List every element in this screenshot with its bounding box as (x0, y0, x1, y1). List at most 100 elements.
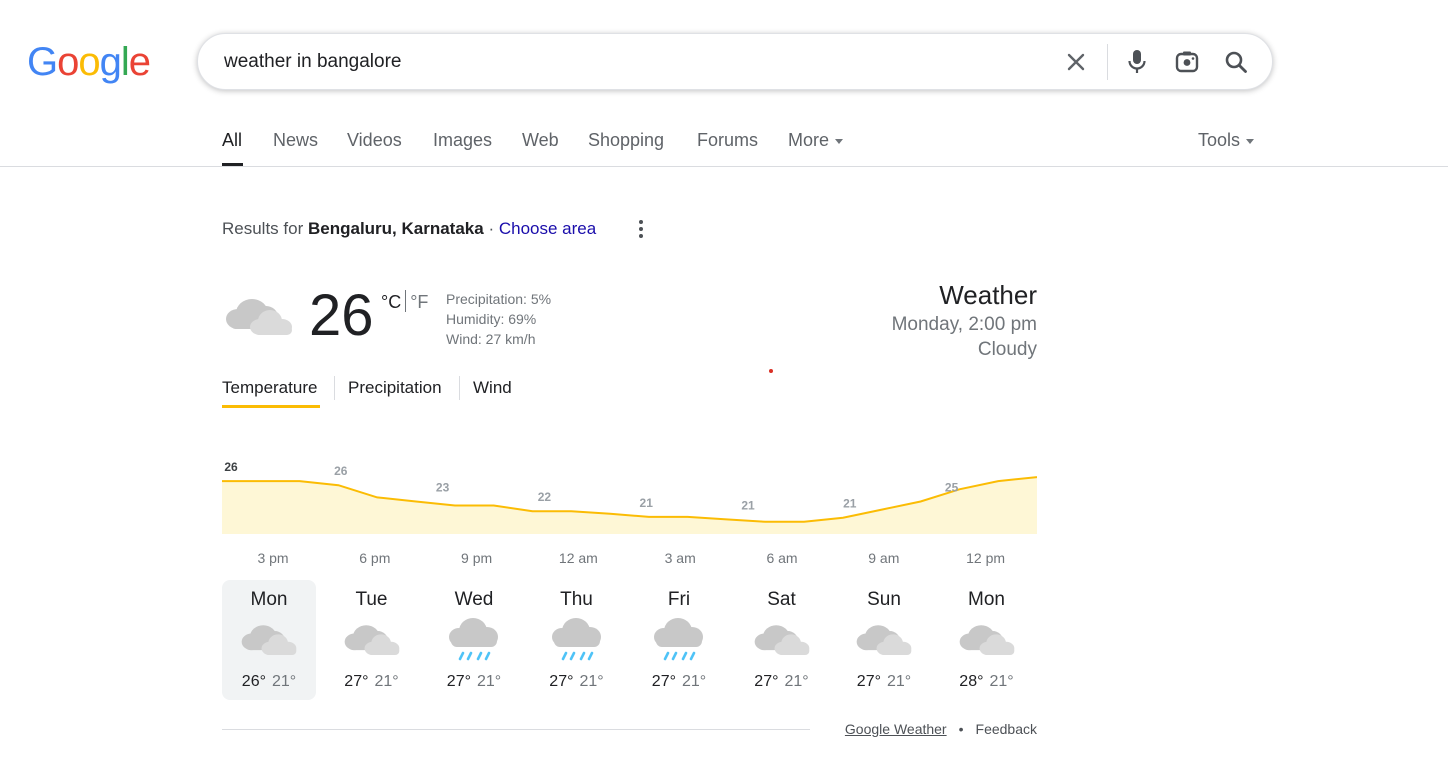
day-temps: 27° 21° (530, 673, 624, 691)
subtab-divider (459, 376, 460, 400)
day-temps: 27° 21° (837, 673, 931, 691)
mic-icon[interactable] (1123, 48, 1151, 76)
day-high: 27° (651, 673, 676, 690)
rain-icon (427, 615, 521, 667)
cursor-dot (769, 369, 773, 373)
rain-icon (632, 615, 726, 667)
subtab-temperature[interactable]: Temperature (222, 378, 317, 398)
day-name: Thu (560, 589, 593, 610)
hour-label: 6 am (766, 550, 798, 566)
choose-area-link[interactable]: Choose area (499, 219, 596, 238)
lens-icon[interactable] (1173, 48, 1201, 76)
subtab-divider (334, 376, 335, 400)
tab-news[interactable]: News (273, 130, 318, 151)
results-for-prefix: Results for (222, 219, 304, 238)
active-tab-indicator (222, 163, 243, 166)
tab-forums[interactable]: Forums (697, 130, 758, 151)
hour-label: 12 pm (966, 550, 1006, 566)
day-low: 21° (579, 673, 604, 690)
hour-label: 6 pm (359, 550, 391, 566)
day-low: 21° (374, 673, 399, 690)
hour-label: 9 am (868, 550, 900, 566)
subtab-precipitation[interactable]: Precipitation (348, 378, 442, 398)
cloudy-icon (325, 615, 419, 667)
day-low: 21° (784, 673, 809, 690)
active-subtab-indicator (222, 405, 320, 408)
results-location: Bengaluru, Karnataka (307, 219, 484, 238)
footer-divider (222, 729, 810, 730)
more-options-icon[interactable] (632, 218, 650, 240)
subtab-wind[interactable]: Wind (473, 378, 512, 398)
wind-detail: Wind: 27 km/h (446, 331, 536, 347)
temperature-label: 23 (436, 480, 450, 494)
footer-separator: • (958, 721, 964, 737)
day-temps: 27° 21° (632, 673, 726, 691)
hour-label: 3 pm (257, 550, 289, 566)
humidity-detail: Humidity: 69% (446, 311, 537, 327)
cloudy-icon (224, 287, 294, 342)
weather-time: Monday, 2:00 pm (891, 314, 1037, 335)
weather-footer: Google Weather • Feedback (845, 721, 1037, 737)
temperature-label: 21 (741, 498, 755, 512)
logo-letter: e (128, 40, 151, 84)
temperature-label: 26 (334, 464, 348, 478)
day-low: 21° (887, 673, 912, 690)
day-high: 27° (549, 673, 574, 690)
close-icon[interactable] (1062, 48, 1090, 76)
weather-title: Weather (939, 280, 1037, 310)
unit-fahrenheit[interactable]: °F (410, 292, 428, 312)
day-name: Sat (767, 589, 796, 610)
search-divider (1107, 44, 1108, 80)
day-card-sat[interactable]: Sat 27° 21° (735, 580, 829, 700)
unit-celsius[interactable]: °C (381, 292, 401, 312)
day-name: Fri (667, 589, 691, 610)
logo-letter: l (120, 40, 130, 84)
day-high: 27° (344, 673, 369, 690)
day-name: Sun (867, 589, 901, 610)
day-card-thu[interactable]: Thu 27° 21° (530, 580, 624, 700)
search-tabs: All News Videos Images Web Shopping Foru… (0, 112, 1448, 167)
day-name: Mon (250, 589, 288, 610)
day-temps: 26° 21° (222, 673, 316, 691)
day-temps: 28° 21° (940, 673, 1034, 691)
temperature-label: 21 (640, 496, 654, 510)
day-card-tue[interactable]: Tue 27° 21° (325, 580, 419, 700)
hour-label: 3 am (664, 550, 696, 566)
day-temps: 27° 21° (735, 673, 829, 691)
cloudy-icon (735, 615, 829, 667)
tab-more-label: More (788, 130, 830, 150)
day-low: 21° (272, 673, 297, 690)
google-logo[interactable]: Google (27, 40, 151, 85)
tab-videos[interactable]: Videos (347, 130, 402, 151)
day-low: 21° (682, 673, 707, 690)
day-card-wed[interactable]: Wed 27° 21° (427, 580, 521, 700)
hour-label: 9 pm (461, 550, 493, 566)
search-box[interactable]: weather in bangalore (197, 33, 1273, 90)
search-icon[interactable] (1222, 48, 1250, 76)
day-high: 27° (446, 673, 471, 690)
logo-letter: g (99, 40, 122, 84)
google-weather-link[interactable]: Google Weather (845, 721, 947, 737)
day-name: Tue (355, 589, 388, 610)
day-name: Wed (454, 589, 494, 610)
tab-images[interactable]: Images (433, 130, 492, 151)
day-card-fri[interactable]: Fri 27° 21° (632, 580, 726, 700)
temperature-label: 21 (843, 497, 857, 511)
day-high: 28° (959, 673, 984, 690)
search-input[interactable]: weather in bangalore (224, 51, 401, 73)
cloudy-icon (222, 615, 316, 667)
feedback-link[interactable]: Feedback (976, 721, 1037, 737)
precipitation-detail: Precipitation: 5% (446, 291, 552, 307)
day-card-mon[interactable]: Mon 26° 21° (222, 580, 316, 700)
day-card-mon[interactable]: Mon 28° 21° (940, 580, 1034, 700)
tab-more[interactable]: More (788, 130, 844, 151)
day-card-sun[interactable]: Sun 27° 21° (837, 580, 931, 700)
tab-shopping[interactable]: Shopping (588, 130, 664, 151)
tab-web[interactable]: Web (522, 130, 559, 151)
temperature-label: 22 (538, 490, 552, 504)
temperature-chart: 26 26 23 22 21 21 21 25 (222, 460, 1037, 534)
tab-all[interactable]: All (222, 130, 242, 151)
tools-button[interactable]: Tools (1198, 130, 1255, 151)
logo-letter: o (78, 40, 100, 84)
cloudy-icon (837, 615, 931, 667)
